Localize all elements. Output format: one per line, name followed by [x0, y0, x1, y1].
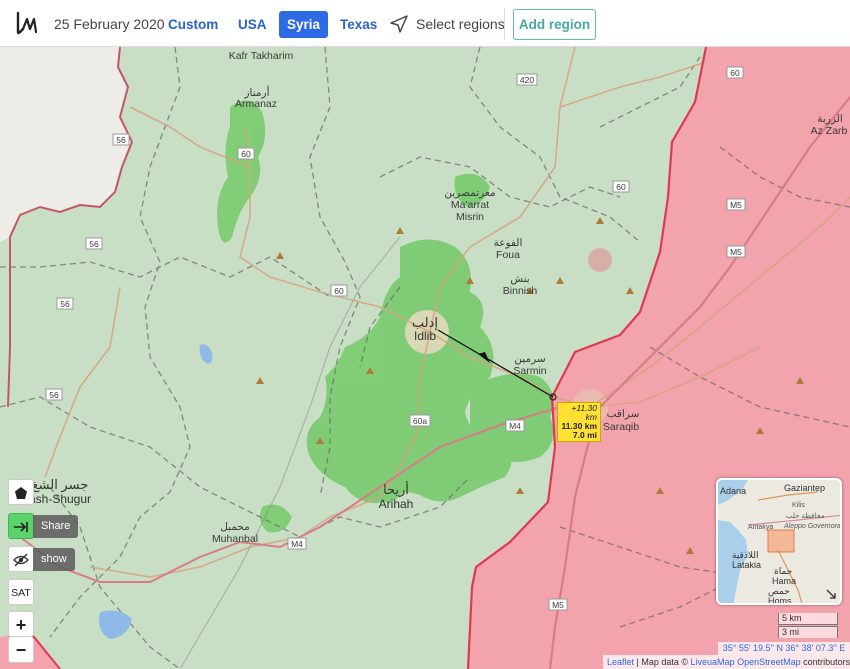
osm-link[interactable]: OpenStreetMap [737, 657, 801, 667]
attribution-tail: contributors [800, 657, 850, 667]
road-label-60a: 60a [412, 416, 428, 426]
tab-texas[interactable]: Texas [332, 11, 385, 38]
city-maarrat: Ma'arrat [450, 199, 490, 211]
city-sarmin: Sarmin [513, 365, 547, 377]
minimap-adana: Adana [720, 486, 747, 496]
road-label-m4: M4 [291, 539, 303, 549]
road-label-56: 56 [89, 239, 99, 249]
measure-tooltip: +11.30 km 11.30 km 7.0 mi [557, 402, 601, 442]
tab-usa[interactable]: USA [230, 11, 275, 38]
road-label-m5: M5 [552, 600, 564, 610]
zoom-out-button[interactable]: − [8, 637, 34, 663]
minimap-latakia-ar: اللاذقية [732, 550, 759, 560]
minimap-antakya: Antakya [748, 524, 774, 531]
city-kafr-takharim: Kafr Takharim [228, 50, 294, 62]
road-label-m5: M5 [730, 200, 742, 210]
leaflet-link[interactable]: Leaflet [607, 657, 634, 667]
minimap-aleppo-ar: محافظة حلب [786, 513, 825, 520]
road-label-60: 60 [241, 149, 251, 159]
minimap-gaziantep: Gaziantep [784, 483, 826, 493]
navigation-arrow-icon[interactable] [389, 14, 409, 34]
city-saraqib: Saraqib [602, 421, 640, 433]
city-foua: Foua [496, 249, 520, 261]
liveuamap-logo-icon[interactable] [14, 10, 40, 36]
minimap-collapse-icon[interactable] [826, 589, 836, 599]
city-binnish: Binnish [502, 285, 538, 297]
minimap-aleppo: Aleppo Governorate [784, 523, 842, 530]
tab-syria[interactable]: Syria [279, 11, 329, 38]
share-button[interactable] [8, 513, 34, 539]
city-muhanbal: Muhanbal [211, 533, 259, 545]
minimap-homs: Homs [768, 596, 792, 605]
pentagon-icon [15, 487, 27, 499]
minimap-kilis: Kilis [792, 502, 805, 509]
city-azzarb-ar: الزربة [817, 113, 843, 125]
share-arrow-icon [14, 522, 28, 532]
attribution-text: | Map data © [634, 657, 691, 667]
map-attribution: Leaflet | Map data © LiveuaMap OpenStree… [603, 655, 850, 669]
road-label-60: 60 [616, 182, 626, 192]
city-idlib: Idlib [413, 329, 436, 343]
road-label-56: 56 [49, 390, 59, 400]
city-foua-ar: الفوعة [493, 237, 523, 249]
city-armanaz: Armanaz [234, 98, 277, 110]
scale-mi: 3 mi [778, 626, 838, 638]
road-label-60: 60 [730, 68, 740, 78]
road-label-56: 56 [60, 299, 70, 309]
map-canvas[interactable]: 420 60 60 60 60 56 56 56 56 M5 M5 M5 M4 … [0, 47, 850, 669]
measure-delta: +11.30 km [571, 403, 597, 422]
measure-mi: 7.0 mi [572, 430, 597, 440]
city-maarrat-ar: معرتمصرين [444, 187, 496, 199]
satellite-toggle-button[interactable]: SAT [8, 579, 34, 605]
minimap-homs-ar: حمص [768, 586, 790, 596]
city-arihah: Arihah [378, 497, 414, 511]
header-divider [504, 8, 505, 40]
tab-custom[interactable]: Custom [160, 11, 226, 38]
show-label[interactable]: show [33, 548, 75, 571]
city-azzarb: Az Zarb [810, 125, 848, 137]
draw-polygon-button[interactable] [8, 479, 34, 505]
zoom-in-button[interactable]: + [8, 611, 34, 637]
city-saraqib-ar: سراقب [606, 408, 640, 420]
city-muhanbal-ar: محمبل [220, 521, 250, 533]
city-sarmin-ar: سرمين [514, 353, 546, 365]
eye-off-icon [13, 553, 29, 567]
cursor-coordinates: 35° 55' 19.5'' N 36° 38' 07.3'' E [718, 642, 850, 655]
airport-area [588, 248, 612, 272]
top-bar: 25 February 2020 Custom USA Syria Texas … [0, 0, 850, 47]
select-regions-link[interactable]: Select regions [416, 16, 505, 32]
road-label-m5: M5 [730, 247, 742, 257]
road-label-56: 56 [116, 135, 126, 145]
city-idlib-ar: إدلب [411, 315, 439, 330]
road-label-m4: M4 [509, 421, 521, 431]
liveuamap-link[interactable]: LiveuaMap [691, 657, 735, 667]
toggle-visibility-button[interactable] [8, 546, 34, 572]
city-misrin: Misrin [456, 211, 484, 223]
city-binnish-ar: بنش [510, 273, 530, 285]
share-label[interactable]: Share [33, 515, 79, 538]
minimap-latakia: Latakia [732, 560, 762, 570]
minimap-hama-ar: حماة [774, 566, 793, 576]
city-arihah-ar: أريحا [383, 482, 409, 497]
road-label-420: 420 [519, 75, 535, 85]
date-label[interactable]: 25 February 2020 [54, 16, 165, 32]
add-region-button[interactable]: Add region [513, 9, 596, 40]
minimap[interactable]: Adana Gaziantep Kilis محافظة حلب Aleppo … [716, 478, 842, 605]
road-label-60: 60 [334, 286, 344, 296]
minimap-hama: Hama [772, 576, 797, 586]
scale-km: 5 km [778, 613, 838, 625]
